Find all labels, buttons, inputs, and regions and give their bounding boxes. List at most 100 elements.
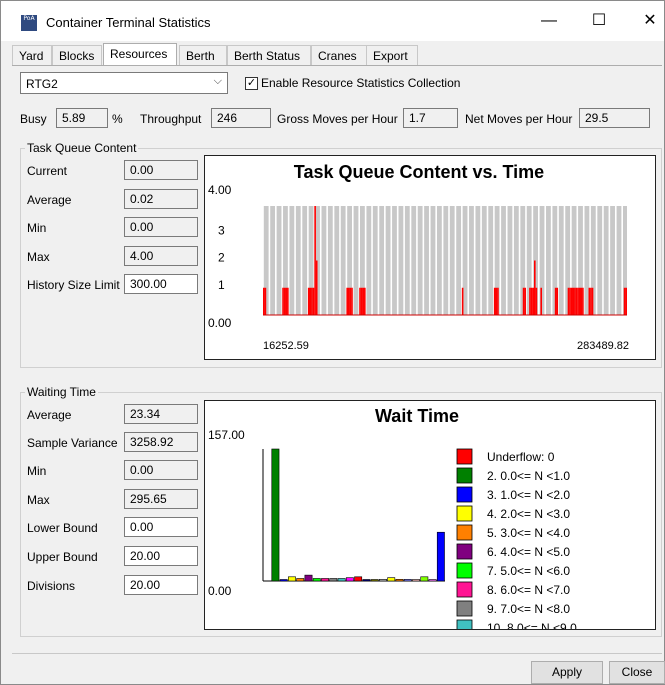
tq-average-label: Average bbox=[27, 193, 72, 207]
gross-moves-field: 1.7 bbox=[403, 108, 458, 128]
queue-bar bbox=[314, 206, 316, 315]
legend-swatch bbox=[456, 505, 473, 522]
queue-bar bbox=[591, 287, 594, 315]
queue-bar bbox=[572, 287, 575, 315]
queue-bar bbox=[349, 287, 352, 315]
queue-bar bbox=[351, 287, 353, 315]
queue-bar bbox=[347, 287, 350, 315]
wt-min-label: Min bbox=[27, 464, 47, 478]
queue-bar bbox=[309, 287, 312, 315]
busy-field: 5.89 bbox=[56, 108, 108, 128]
histogram-bar bbox=[321, 578, 329, 582]
wt-min-field: 0.00 bbox=[124, 460, 198, 480]
queue-bar bbox=[533, 260, 536, 315]
queue-bar bbox=[577, 287, 579, 315]
queue-bar bbox=[578, 287, 581, 315]
lower-bound-label: Lower Bound bbox=[27, 521, 98, 535]
wt-max-label: Max bbox=[27, 493, 50, 507]
queue-bar bbox=[315, 260, 318, 315]
upper-bound-label: Upper Bound bbox=[27, 550, 98, 564]
task-queue-chart: Task Queue Content vs. Time 4.00 3 2 1 0.00 16… bbox=[204, 155, 656, 360]
tq-current-field: 0.00 bbox=[124, 160, 198, 180]
window-title: Container Terminal Statistics bbox=[46, 15, 211, 30]
histogram-bar bbox=[428, 579, 437, 582]
net-moves-field: 29.5 bbox=[579, 108, 650, 128]
resource-select[interactable]: RTG2 ⌵ bbox=[20, 72, 228, 94]
waiting-time-group-title: Waiting Time bbox=[25, 385, 98, 399]
tab-berth-status[interactable]: Berth Status bbox=[227, 45, 311, 66]
wt-max-field: 295.65 bbox=[124, 489, 198, 509]
queue-bar bbox=[540, 287, 543, 315]
tq-min-field: 0.00 bbox=[124, 217, 198, 237]
queue-bar bbox=[311, 287, 313, 315]
legend-label: 6. 4.0<= N <5.0 bbox=[487, 545, 570, 559]
queue-bar bbox=[582, 287, 584, 315]
apply-button[interactable]: Apply bbox=[531, 661, 603, 684]
queue-bar bbox=[497, 287, 499, 315]
histogram-bar bbox=[420, 576, 429, 582]
throughput-field: 246 bbox=[211, 108, 271, 128]
queue-bar bbox=[282, 287, 284, 315]
queue-bar bbox=[493, 287, 496, 315]
wait-time-chart: Wait Time 157.00 0.00 Underflow: 0 2. 0.0<= … bbox=[204, 400, 656, 630]
y-min-label: 0.00 bbox=[208, 316, 232, 330]
histogram-bar bbox=[345, 577, 354, 582]
histogram-bar bbox=[387, 577, 396, 582]
resource-select-value: RTG2 bbox=[26, 77, 58, 91]
histogram-bar bbox=[296, 578, 305, 582]
divisions-input[interactable]: 20.00 bbox=[124, 575, 198, 595]
queue-bar bbox=[346, 287, 348, 315]
histogram-bar bbox=[288, 576, 296, 582]
tq-min-label: Min bbox=[27, 221, 47, 235]
queue-bar bbox=[263, 287, 265, 315]
queue-bar bbox=[556, 287, 559, 315]
y-max-label: 157.00 bbox=[208, 428, 245, 442]
wt-variance-field: 3258.92 bbox=[124, 432, 198, 452]
wt-variance-label: Sample Variance bbox=[27, 436, 118, 450]
lower-bound-input[interactable]: 0.00 bbox=[124, 517, 198, 537]
legend-swatch bbox=[456, 619, 473, 629]
busy-unit: % bbox=[112, 112, 123, 126]
queue-bar bbox=[283, 287, 286, 315]
enable-stats-checkbox[interactable]: ✓ bbox=[245, 77, 258, 90]
legend-label: 5. 3.0<= N <4.0 bbox=[487, 526, 570, 540]
queue-bar bbox=[362, 287, 365, 315]
close-window-button[interactable]: ✕ bbox=[627, 5, 665, 37]
wait-time-svg: Wait Time 157.00 0.00 Underflow: 0 2. 0.0<= … bbox=[208, 406, 577, 629]
tab-yard[interactable]: Yard bbox=[12, 45, 52, 66]
divisions-label: Divisions bbox=[27, 579, 76, 593]
legend-swatch bbox=[456, 467, 473, 484]
histogram-bar bbox=[271, 448, 280, 582]
task-queue-group-title: Task Queue Content bbox=[25, 141, 139, 155]
y-max-label: 4.00 bbox=[208, 183, 232, 197]
queue-bar bbox=[524, 287, 526, 315]
close-button[interactable]: Close bbox=[609, 661, 665, 684]
maximize-icon: ☐ bbox=[591, 12, 607, 29]
app-icon: PoA bbox=[21, 15, 37, 31]
tab-resources[interactable]: Resources bbox=[103, 43, 177, 66]
upper-bound-input[interactable]: 20.00 bbox=[124, 546, 198, 566]
chart-title: Task Queue Content vs. Time bbox=[294, 162, 544, 182]
histogram-bar bbox=[279, 579, 288, 582]
tab-berth[interactable]: Berth bbox=[179, 45, 227, 66]
histogram-bar bbox=[395, 579, 404, 582]
maximize-button[interactable]: ☐ bbox=[576, 5, 622, 37]
history-size-input[interactable]: 300.00 bbox=[124, 274, 198, 294]
throughput-label: Throughput bbox=[140, 112, 202, 126]
minimize-icon: — bbox=[541, 12, 557, 29]
chevron-down-icon: ⌵ bbox=[213, 75, 222, 87]
queue-bar bbox=[359, 287, 361, 315]
minimize-button[interactable]: — bbox=[526, 5, 572, 37]
gross-moves-label: Gross Moves per Hour bbox=[277, 112, 398, 126]
legend-swatch bbox=[456, 524, 473, 541]
queue-bar bbox=[307, 287, 310, 315]
histogram-bar bbox=[370, 579, 379, 582]
title-bar[interactable]: PoA Container Terminal Statistics — ☐ ✕ bbox=[1, 1, 664, 41]
task-queue-svg: Task Queue Content vs. Time 4.00 3 2 1 0.00 16… bbox=[208, 162, 629, 352]
tab-export[interactable]: Export bbox=[366, 45, 418, 66]
tab-blocks[interactable]: Blocks bbox=[52, 45, 102, 66]
chart-title: Wait Time bbox=[375, 406, 459, 426]
tab-cranes[interactable]: Cranes bbox=[311, 45, 367, 66]
histogram-bar bbox=[412, 579, 420, 582]
queue-bar bbox=[567, 287, 570, 315]
